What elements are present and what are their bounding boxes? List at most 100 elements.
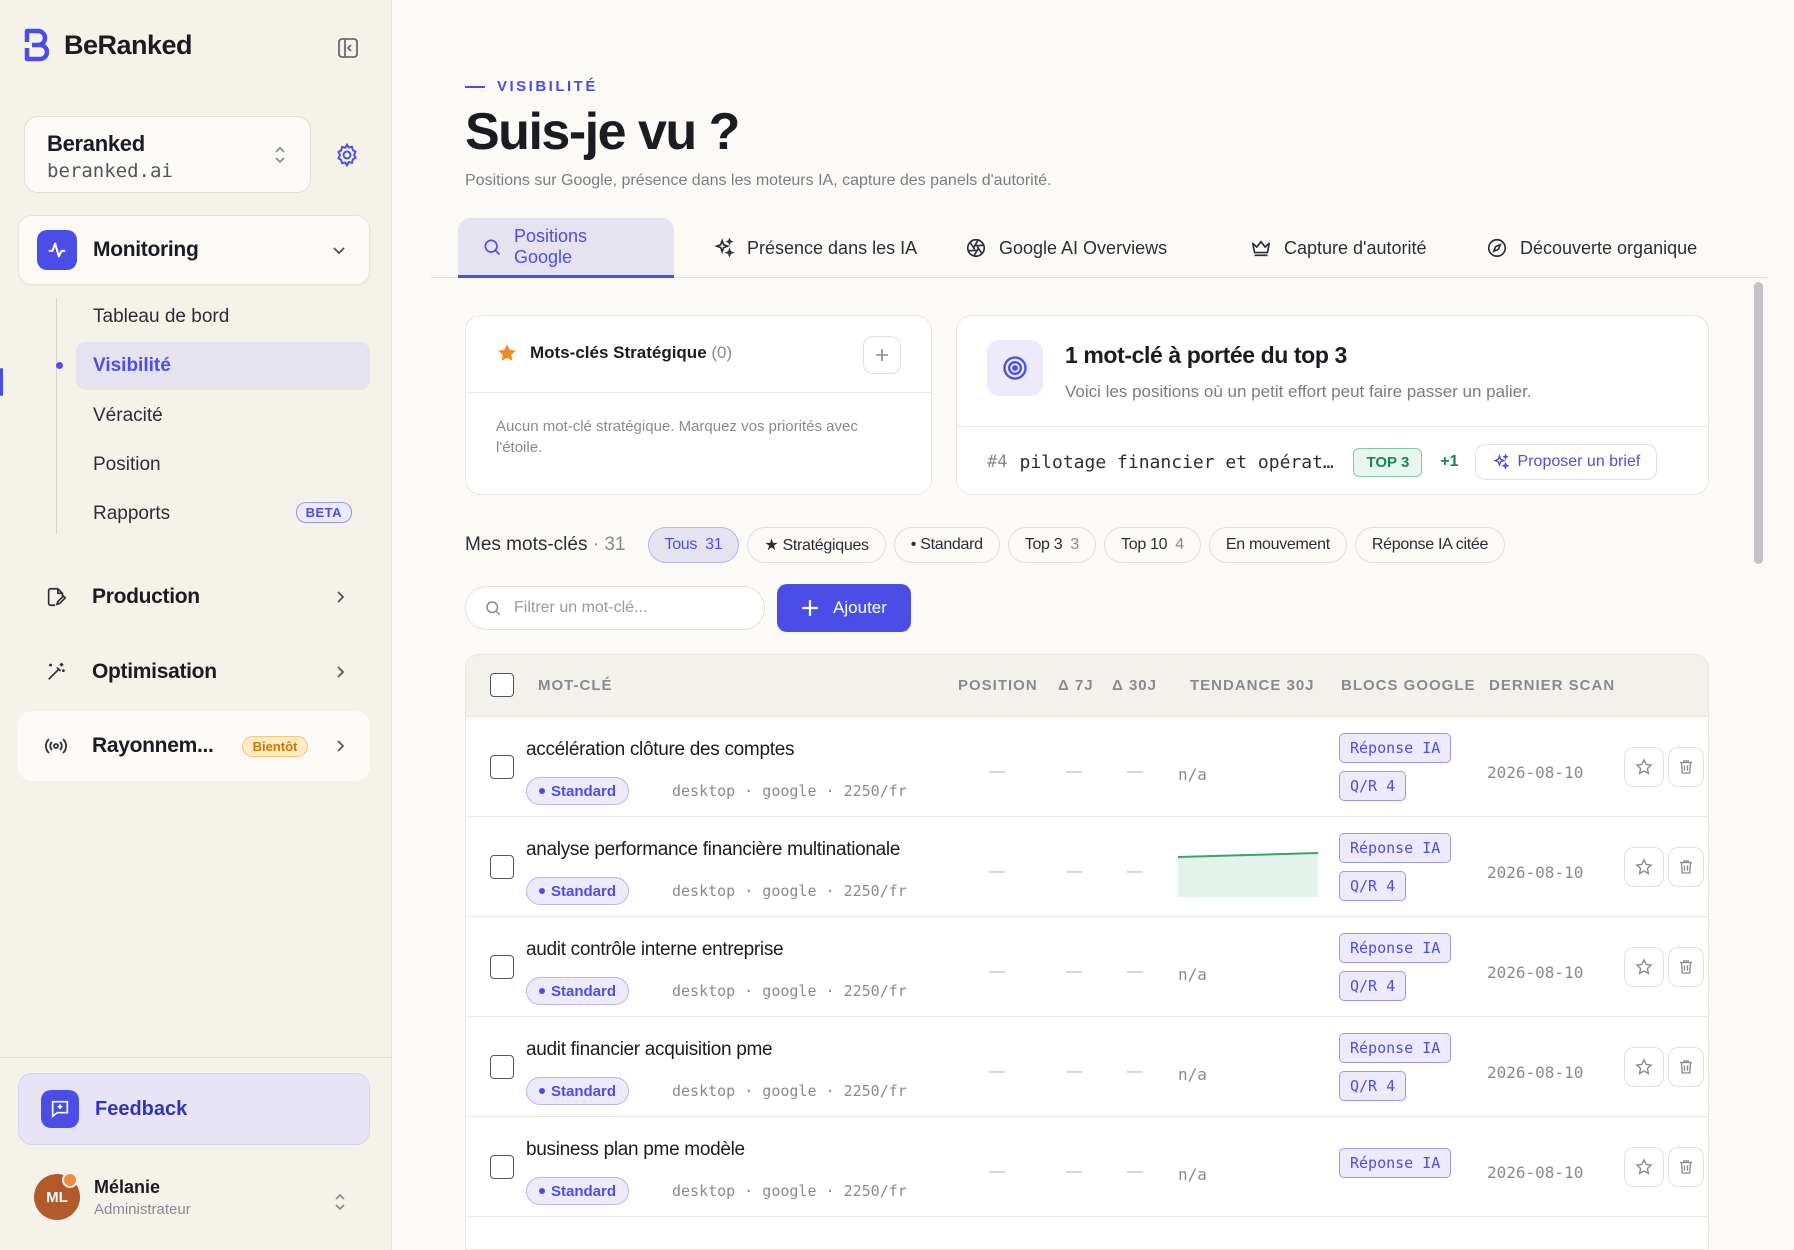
tab-google-ai-overviews[interactable]: Google AI Overviews xyxy=(941,218,1191,278)
feedback-button[interactable]: Feedback xyxy=(18,1073,370,1145)
opportunity-title: 1 mot-clé à portée du top 3 xyxy=(1065,342,1347,368)
delete-button[interactable] xyxy=(1668,747,1704,787)
keywords-heading: Mes mots-clés · 31 xyxy=(465,534,626,556)
propose-brief-button[interactable]: Proposer un brief xyxy=(1474,444,1658,480)
google-block-badge: Réponse IA xyxy=(1339,1148,1452,1178)
nav-production[interactable]: Production xyxy=(18,562,370,632)
chevron-right-icon xyxy=(332,738,348,754)
keyword-text[interactable]: business plan pme modèle xyxy=(526,1139,745,1161)
star-button[interactable] xyxy=(1624,1047,1664,1087)
delete-button[interactable] xyxy=(1668,1047,1704,1087)
strategic-keywords-panel: Mots-clés Stratégique (0) Aucun mot-clé … xyxy=(465,315,932,495)
table-row[interactable]: accélération clôture des comptes Standard… xyxy=(466,717,1708,817)
search-input[interactable] xyxy=(514,599,734,617)
sidebar-item-rapports[interactable]: Rapports BETA xyxy=(76,490,370,538)
sidebar-item-tableau-de-bord[interactable]: Tableau de bord xyxy=(76,293,370,341)
row-checkbox[interactable] xyxy=(490,755,514,779)
row-checkbox[interactable] xyxy=(490,1155,514,1179)
star-button[interactable] xyxy=(1624,847,1664,887)
header-delta-7d[interactable]: Δ 7J xyxy=(1058,677,1094,694)
star-button[interactable] xyxy=(1624,747,1664,787)
sidebar-item-position[interactable]: Position xyxy=(76,441,370,489)
delta-30d-value: — xyxy=(1127,763,1143,780)
divider xyxy=(957,426,1708,427)
sidebar-item-label: Rapports xyxy=(93,503,171,524)
row-checkbox[interactable] xyxy=(490,855,514,879)
row-checkbox[interactable] xyxy=(490,1055,514,1079)
keyword-text[interactable]: accélération clôture des comptes xyxy=(526,739,794,761)
delta-7d-value: — xyxy=(1066,763,1082,780)
workspace-switcher[interactable]: Beranked beranked.ai xyxy=(24,116,311,193)
header-last-scan[interactable]: DERNIER SCAN xyxy=(1489,677,1615,694)
table-row[interactable]: business plan pme modèle Standard desktop … xyxy=(466,1117,1708,1217)
trend-na: n/a xyxy=(1178,965,1207,984)
delete-button[interactable] xyxy=(1668,947,1704,987)
header-position[interactable]: POSITION xyxy=(958,677,1038,694)
crown-icon xyxy=(1250,237,1272,259)
scrollbar[interactable] xyxy=(1751,280,1765,1250)
star-button[interactable] xyxy=(1624,1147,1664,1187)
delete-button[interactable] xyxy=(1668,1147,1704,1187)
filter-chip-reponse-ia[interactable]: Réponse IA citée xyxy=(1354,527,1506,563)
filter-chip-standard[interactable]: • Standard xyxy=(893,527,1000,563)
sidebar-collapse-icon[interactable] xyxy=(336,36,360,60)
sidebar-item-visibilite[interactable]: Visibilité xyxy=(76,342,370,390)
filter-chip-top3[interactable]: Top 3 3 xyxy=(1007,527,1097,563)
user-menu[interactable]: ML Mélanie Administrateur xyxy=(34,1172,191,1220)
chip-label: Réponse IA citée xyxy=(1371,536,1489,553)
keyword-text[interactable]: audit financier acquisition pme xyxy=(526,1039,773,1061)
opportunity-subtitle: Voici les positions où un petit effort p… xyxy=(1065,382,1532,401)
keywords-heading-text: Mes mots-clés xyxy=(465,534,588,555)
filter-chip-tous[interactable]: Tous 31 xyxy=(647,527,740,563)
tab-presence-ia[interactable]: Présence dans les IA xyxy=(689,218,941,278)
b-logo-icon xyxy=(24,28,50,62)
star-button[interactable] xyxy=(1624,947,1664,987)
tab-positions-google[interactable]: Positions Google xyxy=(458,218,674,278)
table-row[interactable]: analyse performance financière multinati… xyxy=(466,817,1708,917)
brand-name: BeRanked xyxy=(64,29,193,60)
keyword-text[interactable]: audit contrôle interne entreprise xyxy=(526,939,784,961)
select-all-checkbox[interactable] xyxy=(490,673,514,697)
delta-7d-value: — xyxy=(1066,863,1082,880)
tag-label: Standard xyxy=(551,1182,617,1200)
sidebar: BeRanked Beranked beranked.ai Monitoring… xyxy=(0,0,392,1250)
strategic-keywords-title: Mots-clés Stratégique xyxy=(530,343,707,362)
delta-30d-value: — xyxy=(1127,863,1143,880)
tab-capture-autorite[interactable]: Capture d'autorité xyxy=(1226,218,1451,278)
gear-icon[interactable] xyxy=(334,142,360,168)
nav-rayonnement[interactable]: Rayonnem... Bientôt xyxy=(18,711,370,781)
delta-7d-value: — xyxy=(1066,963,1082,980)
sidebar-item-veracite[interactable]: Véracité xyxy=(76,392,370,440)
brand[interactable]: BeRanked xyxy=(24,28,193,62)
delete-button[interactable] xyxy=(1668,847,1704,887)
tab-decouverte-organique[interactable]: Découverte organique xyxy=(1462,218,1721,278)
filter-chip-top10[interactable]: Top 10 4 xyxy=(1104,527,1201,563)
add-strategic-button[interactable] xyxy=(863,336,901,374)
nav-monitoring[interactable]: Monitoring xyxy=(18,215,370,285)
sparkles-icon xyxy=(1492,453,1510,471)
tab-label: Découverte organique xyxy=(1520,237,1698,258)
keyword-search[interactable] xyxy=(465,586,765,630)
nav-production-label: Production xyxy=(92,585,200,608)
row-checkbox[interactable] xyxy=(490,955,514,979)
broadcast-icon xyxy=(36,726,76,766)
header-keyword[interactable]: MOT-CLÉ xyxy=(538,677,613,694)
scrollbar-thumb[interactable] xyxy=(1754,282,1763,564)
page-title: Suis-je vu ? xyxy=(465,103,740,161)
add-keyword-button[interactable]: Ajouter xyxy=(777,584,911,632)
header-delta-30d[interactable]: Δ 30J xyxy=(1112,677,1157,694)
chip-label: Top 10 xyxy=(1121,536,1168,553)
top3-badge: TOP 3 xyxy=(1353,447,1423,477)
nav-optimisation[interactable]: Optimisation xyxy=(18,637,370,707)
google-block-badge: Q/R 4 xyxy=(1339,871,1407,901)
chip-label: • Standard xyxy=(910,536,983,553)
keyword-text[interactable]: analyse performance financière multinati… xyxy=(526,839,900,861)
table-row[interactable]: audit contrôle interne entreprise Standar… xyxy=(466,917,1708,1017)
filter-chip-strategiques[interactable]: ★ Stratégiques xyxy=(747,527,886,563)
table-row[interactable]: audit financier acquisition pme Standard d… xyxy=(466,1017,1708,1117)
page-eyebrow: VISIBILITÉ xyxy=(465,78,598,95)
tag-label: Standard xyxy=(551,1082,617,1100)
filter-chip-en-mouvement[interactable]: En mouvement xyxy=(1208,527,1347,563)
delta-7d-value: — xyxy=(1066,1163,1082,1180)
chevron-updown-icon[interactable] xyxy=(332,1190,348,1214)
